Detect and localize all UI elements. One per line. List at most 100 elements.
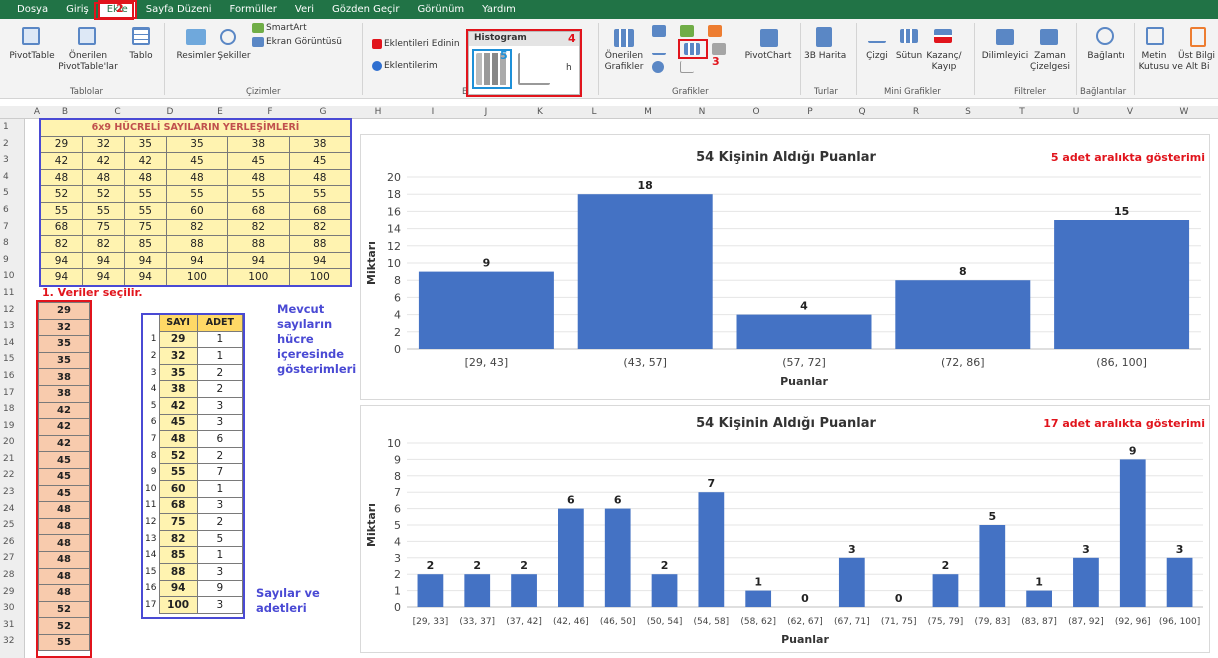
histogram-bar[interactable] (698, 492, 725, 607)
row-header[interactable]: 31 (0, 617, 24, 634)
tab-data[interactable]: Veri (286, 0, 323, 19)
row-header[interactable]: 9 (0, 252, 24, 269)
slicer-button[interactable]: Dilimleyici (980, 51, 1030, 62)
row-header[interactable]: 18 (0, 401, 24, 418)
row-header[interactable]: 20 (0, 434, 24, 451)
sparkline-winloss-button[interactable]: Kazanç/ (926, 51, 962, 62)
column-header[interactable]: F (245, 107, 295, 117)
shapes-button[interactable]: Şekiller (214, 51, 254, 62)
histogram-bar[interactable] (736, 314, 872, 349)
pivottable-button[interactable]: PivotTable (8, 51, 56, 62)
column-header[interactable]: G (295, 107, 351, 117)
combo-chart-icon[interactable] (712, 43, 726, 55)
column-header[interactable]: T (1002, 107, 1042, 117)
row-header[interactable]: 23 (0, 484, 24, 501)
row-header[interactable]: 7 (0, 219, 24, 236)
scatter-chart-icon[interactable] (680, 61, 694, 73)
row-header[interactable]: 26 (0, 534, 24, 551)
histogram-bar[interactable] (558, 508, 584, 607)
smartart-button[interactable]: SmartArt (266, 23, 307, 34)
histogram-bar[interactable] (895, 280, 1031, 349)
row-header[interactable]: 13 (0, 318, 24, 335)
row-header[interactable]: 25 (0, 517, 24, 534)
histogram-bar[interactable] (464, 574, 491, 607)
histogram-bar[interactable] (1054, 220, 1190, 349)
row-header[interactable]: 3 (0, 152, 24, 169)
row-header[interactable]: 8 (0, 235, 24, 252)
tab-page-layout[interactable]: Sayfa Düzeni (137, 0, 221, 19)
row-header[interactable]: 32 (0, 633, 24, 650)
row-header[interactable]: 12 (0, 302, 24, 319)
histogram-bar[interactable] (604, 508, 631, 607)
tab-review[interactable]: Gözden Geçir (323, 0, 408, 19)
column-header[interactable]: Q (842, 107, 882, 117)
histogram-bar[interactable] (1073, 557, 1099, 607)
histogram-bar[interactable] (511, 574, 537, 607)
tab-file[interactable]: Dosya (8, 0, 57, 19)
histogram-bar[interactable] (932, 574, 959, 607)
histogram-bar[interactable] (1026, 590, 1052, 607)
column-header[interactable]: M (628, 107, 668, 117)
column-header[interactable]: U (1056, 107, 1096, 117)
row-header[interactable]: 16 (0, 368, 24, 385)
row-header[interactable]: 27 (0, 550, 24, 567)
screenshot-button[interactable]: Ekran Görüntüsü (266, 37, 342, 48)
row-header[interactable]: 28 (0, 567, 24, 584)
row-header[interactable]: 10 (0, 268, 24, 285)
pivotchart-button[interactable]: PivotChart (738, 51, 798, 62)
row-header[interactable]: 30 (0, 600, 24, 617)
column-header[interactable]: P (790, 107, 830, 117)
row-header[interactable]: 24 (0, 501, 24, 518)
hierarchy-chart-icon[interactable] (680, 25, 694, 37)
histogram-bar[interactable] (1119, 459, 1146, 607)
tab-help[interactable]: Yardım (473, 0, 525, 19)
row-header[interactable]: 15 (0, 351, 24, 368)
sparkline-column-button[interactable]: Sütun (894, 51, 924, 62)
row-header[interactable]: 22 (0, 467, 24, 484)
tab-formulas[interactable]: Formüller (221, 0, 286, 19)
waterfall-chart-icon[interactable] (708, 25, 722, 37)
sparkline-line-button[interactable]: Çizgi (862, 51, 892, 62)
row-header[interactable]: 29 (0, 584, 24, 601)
column-header[interactable]: D (145, 107, 195, 117)
row-header[interactable]: 4 (0, 169, 24, 186)
pictures-button[interactable]: Resimler (172, 51, 220, 62)
histogram-bar[interactable] (745, 590, 772, 607)
row-header[interactable]: 17 (0, 385, 24, 402)
column-header[interactable]: N (682, 107, 722, 117)
histogram-chart-5-bins[interactable]: 54 Kişinin Aldığı Puanlar 5 adet aralıkta… (360, 134, 1210, 400)
column-chart-icon[interactable] (652, 25, 666, 37)
row-header[interactable]: 19 (0, 418, 24, 435)
my-addins-button[interactable]: Eklentilerim (384, 61, 438, 72)
textbox-button[interactable]: Metin (1138, 51, 1170, 62)
get-addins-button[interactable]: Eklentileri Edinin (384, 39, 460, 50)
link-button[interactable]: Bağlantı (1084, 51, 1128, 62)
header-footer-button[interactable]: Üst Bilgi (1178, 51, 1218, 62)
histogram-bar[interactable] (577, 194, 713, 349)
histogram-bar[interactable] (1166, 557, 1193, 607)
table-button[interactable]: Tablo (124, 51, 158, 62)
row-header[interactable]: 14 (0, 335, 24, 352)
row-header[interactable]: 21 (0, 451, 24, 468)
recommended-charts-button[interactable]: Önerilen (604, 51, 644, 62)
histogram-bar[interactable] (418, 271, 554, 349)
column-header[interactable]: S (948, 107, 988, 117)
column-header[interactable]: I (413, 107, 453, 117)
histogram-bar[interactable] (979, 525, 1006, 607)
row-header[interactable]: 6 (0, 202, 24, 219)
histogram-chart-17-bins[interactable]: 54 Kişinin Aldığı Puanlar 17 adet aralıkt… (360, 405, 1210, 653)
column-header[interactable]: O (736, 107, 776, 117)
tab-view[interactable]: Görünüm (408, 0, 473, 19)
column-header[interactable]: V (1110, 107, 1150, 117)
histogram-bar[interactable] (838, 557, 865, 607)
column-header[interactable]: R (896, 107, 936, 117)
column-header[interactable]: H (358, 107, 398, 117)
column-header[interactable]: E (195, 107, 245, 117)
line-chart-icon[interactable] (652, 43, 666, 55)
row-header[interactable]: 5 (0, 185, 24, 202)
column-header[interactable]: K (520, 107, 560, 117)
row-header[interactable]: 11 (0, 285, 24, 302)
map3d-button[interactable]: 3B Harita (804, 51, 846, 62)
column-header[interactable]: J (466, 107, 506, 117)
tab-home[interactable]: Giriş (57, 0, 98, 19)
